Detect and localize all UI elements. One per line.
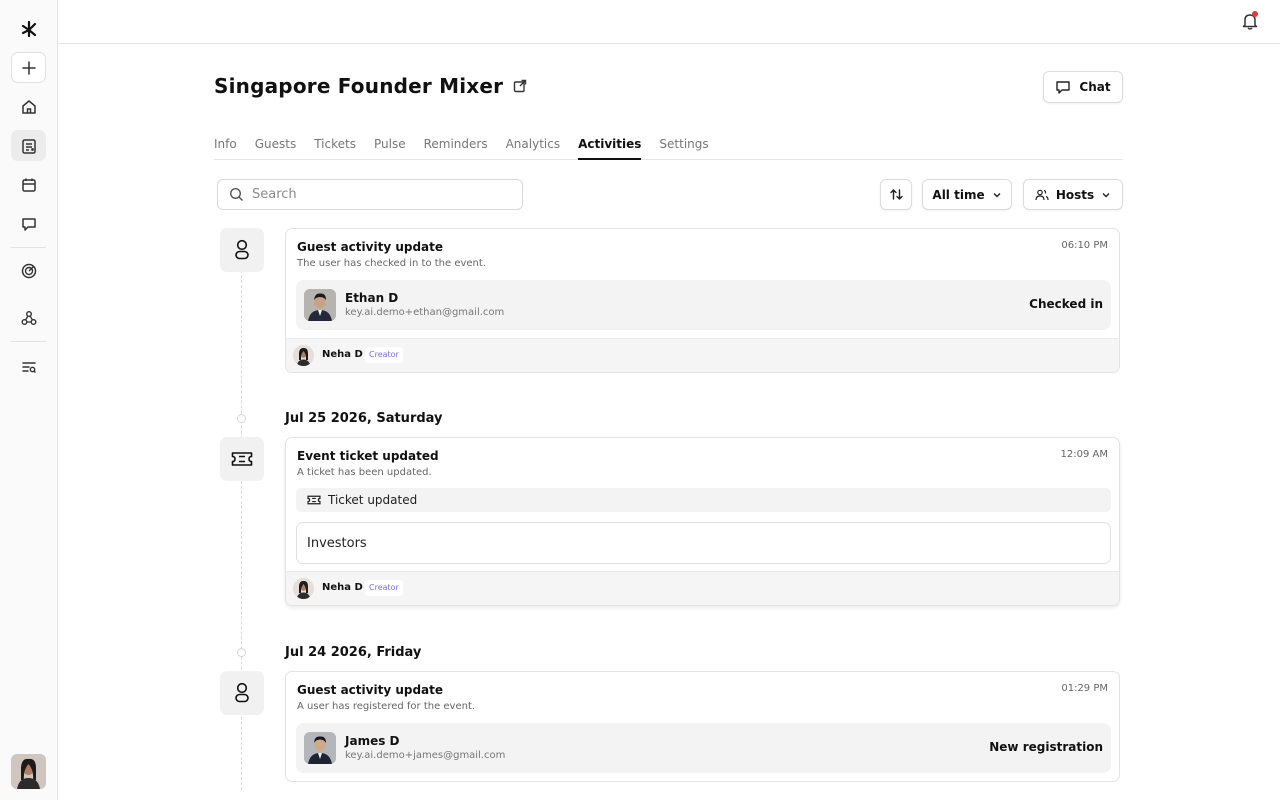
guest-name: Ethan D bbox=[345, 291, 399, 305]
timeline-dot bbox=[237, 414, 246, 423]
search-input[interactable] bbox=[252, 187, 512, 202]
tab-bar: Info Guests Tickets Pulse Reminders Anal… bbox=[214, 136, 1123, 160]
brand-logo-icon[interactable] bbox=[11, 13, 46, 44]
chat-icon[interactable] bbox=[11, 208, 46, 239]
activity-footer: Neha D Creator bbox=[286, 338, 1119, 372]
creator-badge: Creator bbox=[365, 580, 403, 596]
ticket-icon bbox=[231, 452, 253, 466]
tab-activities[interactable]: Activities bbox=[578, 136, 642, 160]
ticket-icon bbox=[307, 495, 321, 505]
activity-title: Guest activity update bbox=[297, 240, 444, 254]
chat-icon bbox=[1056, 81, 1071, 94]
chat-button[interactable]: Chat bbox=[1043, 71, 1123, 103]
hosts-filter-label: Hosts bbox=[1055, 187, 1095, 202]
activity-icon-box bbox=[220, 228, 264, 272]
sort-button[interactable] bbox=[880, 179, 912, 210]
ticket-change-row: Ticket updated bbox=[296, 488, 1111, 512]
search-box bbox=[217, 179, 523, 210]
page-header: Singapore Founder Mixer bbox=[214, 74, 527, 98]
time-filter-dropdown[interactable]: All time bbox=[922, 179, 1012, 210]
tab-tickets[interactable]: Tickets bbox=[314, 136, 356, 160]
activity-card: Guest activity update A user has registe… bbox=[285, 671, 1120, 782]
guest-row[interactable]: Ethan D key.ai.demo+ethan@gmail.com Chec… bbox=[296, 280, 1111, 330]
tab-pulse[interactable]: Pulse bbox=[374, 136, 406, 160]
page-title: Singapore Founder Mixer bbox=[214, 74, 504, 98]
activity-card: Event ticket updated A ticket has been u… bbox=[285, 437, 1120, 606]
tab-analytics[interactable]: Analytics bbox=[506, 136, 561, 160]
activity-description: The user has checked in to the event. bbox=[297, 258, 486, 269]
guest-avatar bbox=[304, 289, 336, 321]
search-icon bbox=[229, 187, 243, 201]
activity-icon-box bbox=[220, 437, 264, 481]
actor-name: Neha D bbox=[322, 349, 363, 360]
date-heading: Jul 25 2026, Saturday bbox=[285, 411, 443, 426]
ticket-name-box[interactable]: Investors bbox=[296, 522, 1111, 564]
guest-status: New registration bbox=[989, 740, 1103, 754]
person-icon bbox=[235, 682, 249, 703]
sidebar bbox=[0, 0, 58, 800]
activity-description: A user has registered for the event. bbox=[297, 701, 476, 712]
calendar-icon[interactable] bbox=[11, 169, 46, 200]
person-icon bbox=[235, 239, 249, 260]
creator-badge: Creator bbox=[365, 347, 403, 363]
time-filter-label: All time bbox=[932, 187, 985, 202]
chat-button-label: Chat bbox=[1079, 80, 1111, 94]
guest-name: James D bbox=[345, 734, 400, 748]
user-avatar[interactable] bbox=[11, 754, 46, 789]
date-heading: Jul 24 2026, Friday bbox=[285, 645, 422, 660]
target-icon[interactable] bbox=[11, 255, 46, 286]
guest-status: Checked in bbox=[1029, 297, 1103, 311]
activity-description: A ticket has been updated. bbox=[297, 467, 432, 478]
external-link-icon[interactable] bbox=[513, 79, 527, 93]
hosts-filter-dropdown[interactable]: Hosts bbox=[1023, 179, 1123, 210]
activity-time: 01:29 PM bbox=[1061, 683, 1108, 694]
home-icon[interactable] bbox=[11, 91, 46, 122]
tab-info[interactable]: Info bbox=[214, 136, 237, 160]
sort-icon bbox=[889, 189, 903, 200]
users-icon bbox=[1035, 189, 1049, 200]
list-search-icon[interactable] bbox=[11, 351, 46, 382]
tab-settings[interactable]: Settings bbox=[659, 136, 708, 160]
activity-time: 12:09 AM bbox=[1060, 449, 1108, 460]
activity-title: Guest activity update bbox=[297, 683, 444, 697]
ticket-change-label: Ticket updated bbox=[328, 493, 418, 507]
guest-email: key.ai.demo+ethan@gmail.com bbox=[345, 307, 505, 318]
timeline-dot bbox=[237, 648, 246, 657]
plus-icon[interactable] bbox=[11, 52, 46, 83]
actor-name: Neha D bbox=[322, 582, 363, 593]
notification-dot bbox=[1252, 11, 1258, 17]
chevron-down-icon bbox=[993, 192, 1001, 197]
tab-guests[interactable]: Guests bbox=[255, 136, 297, 160]
sidebar-divider bbox=[11, 247, 46, 248]
events-icon[interactable] bbox=[11, 130, 46, 161]
guest-avatar bbox=[304, 732, 336, 764]
actor-avatar bbox=[293, 345, 314, 366]
activity-card: Guest activity update The user has check… bbox=[285, 228, 1120, 373]
activity-footer: Neha D Creator bbox=[286, 571, 1119, 605]
webhook-icon[interactable] bbox=[11, 302, 46, 333]
guest-row[interactable]: James D key.ai.demo+james@gmail.com New … bbox=[296, 723, 1111, 773]
activity-title: Event ticket updated bbox=[297, 449, 439, 463]
guest-email: key.ai.demo+james@gmail.com bbox=[345, 750, 506, 761]
sidebar-divider bbox=[11, 341, 46, 342]
top-bar bbox=[58, 0, 1280, 44]
activity-time: 06:10 PM bbox=[1061, 240, 1108, 251]
actor-avatar bbox=[293, 578, 314, 599]
activity-icon-box bbox=[220, 671, 264, 715]
tab-reminders[interactable]: Reminders bbox=[424, 136, 488, 160]
chevron-down-icon bbox=[1102, 192, 1110, 197]
